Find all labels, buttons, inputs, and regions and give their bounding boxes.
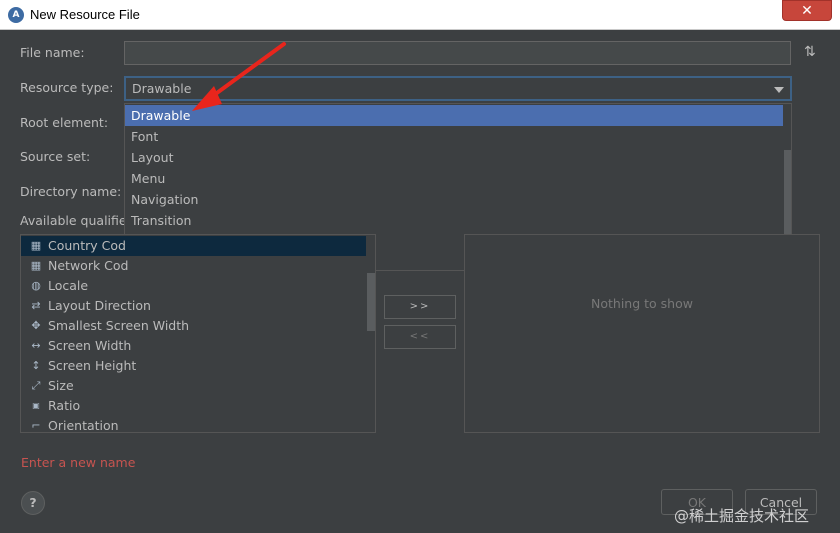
dropdown-option-drawable[interactable]: Drawable [125, 105, 783, 126]
dropdown-option-transition[interactable]: Transition [125, 210, 783, 231]
available-qualifiers-label: Available qualifier [20, 213, 132, 228]
qualifier-label: Network Cod [48, 258, 129, 273]
qualifier-label: Country Cod [48, 238, 126, 253]
country-code-icon: ▦ [30, 239, 42, 252]
qualifiers-scrollbar[interactable] [367, 273, 375, 331]
chevron-down-icon[interactable] [774, 87, 784, 93]
qualifier-item-country-code[interactable]: ▦ Country Cod [21, 236, 366, 256]
root-element-label: Root element: [20, 115, 109, 130]
sort-icon[interactable]: ⇅ [804, 44, 822, 62]
directory-name-label: Directory name: [20, 184, 122, 199]
file-name-label: File name: [20, 45, 85, 60]
help-button[interactable]: ? [21, 491, 45, 515]
layout-direction-icon: ⇄ [31, 299, 41, 312]
remove-qualifier-button[interactable]: << [384, 325, 456, 349]
network-code-icon: ▦ [30, 259, 42, 272]
size-icon: ⤢ [31, 379, 41, 392]
error-message: Enter a new name [21, 455, 136, 470]
globe-icon: ◍ [31, 279, 41, 292]
watermark: @稀土掘金技术社区 [674, 507, 810, 525]
qualifier-label: Screen Width [48, 338, 132, 353]
dropdown-option-navigation[interactable]: Navigation [125, 189, 783, 210]
source-set-label: Source set: [20, 149, 91, 164]
resource-type-label: Resource type: [20, 80, 114, 95]
available-qualifiers-list[interactable]: ▦ Country Cod ▦ Network Cod ◍ Locale ⇄ L… [20, 234, 376, 433]
qualifier-label: Locale [48, 278, 89, 293]
qualifier-label: Smallest Screen Width [48, 318, 190, 333]
window-title: New Resource File [30, 7, 140, 22]
dropdown-option-layout[interactable]: Layout [125, 147, 783, 168]
qualifier-label: Ratio [48, 398, 81, 413]
screen-height-icon: ↕ [31, 359, 41, 372]
smallest-width-icon: ✥ [31, 319, 41, 332]
qualifier-label: Layout Direction [48, 298, 151, 313]
resource-type-value: Drawable [132, 81, 192, 96]
android-studio-icon: A [8, 7, 24, 23]
add-qualifier-button[interactable]: >> [384, 295, 456, 319]
qualifier-label: Orientation [48, 418, 119, 433]
title-bar: A New Resource File ✕ [0, 0, 840, 30]
qualifier-item-locale[interactable]: ◍ Locale [21, 276, 366, 296]
close-button[interactable]: ✕ [782, 0, 832, 21]
qualifier-item-orientation[interactable]: ⌐ Orientation [21, 416, 366, 436]
qualifier-item-layout-direction[interactable]: ⇄ Layout Direction [21, 296, 366, 316]
qualifier-item-network-code[interactable]: ▦ Network Cod [21, 256, 366, 276]
resource-type-combo[interactable]: Drawable [124, 76, 792, 101]
dropdown-option-menu[interactable]: Menu [125, 168, 783, 189]
empty-state-text: Nothing to show [591, 296, 693, 311]
dropdown-option-font[interactable]: Font [125, 126, 783, 147]
chosen-qualifiers-list[interactable]: Nothing to show [464, 234, 820, 433]
qualifier-item-size[interactable]: ⤢ Size [21, 376, 366, 396]
ratio-icon: ▣ [32, 401, 40, 410]
file-name-input[interactable] [124, 41, 791, 65]
qualifier-item-screen-height[interactable]: ↕ Screen Height [21, 356, 366, 376]
qualifier-label: Size [48, 378, 74, 393]
qualifier-item-ratio[interactable]: ▣ Ratio [21, 396, 366, 416]
qualifier-item-smallest-screen-width[interactable]: ✥ Smallest Screen Width [21, 316, 366, 336]
qualifier-label: Screen Height [48, 358, 137, 373]
orientation-icon: ⌐ [31, 419, 41, 432]
qualifier-item-screen-width[interactable]: ↔ Screen Width [21, 336, 366, 356]
screen-width-icon: ↔ [31, 339, 41, 352]
